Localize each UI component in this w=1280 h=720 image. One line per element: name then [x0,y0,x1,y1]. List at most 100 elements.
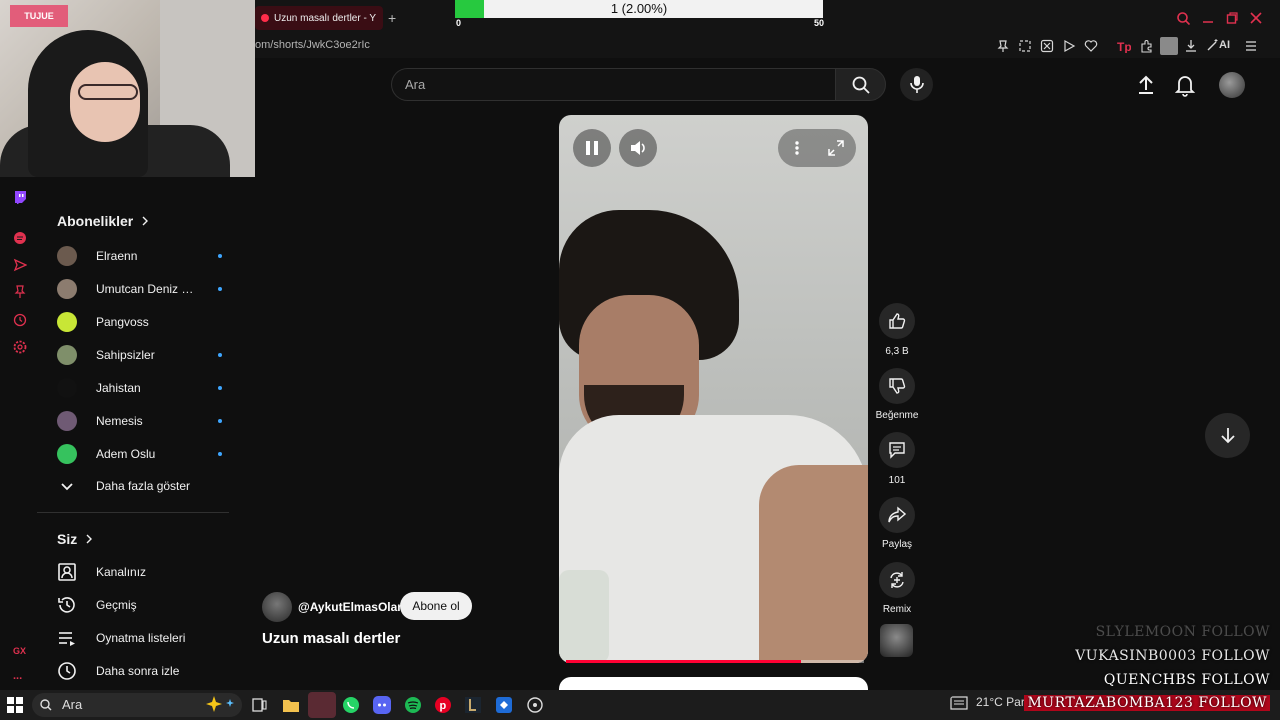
browser-side-rail [0,177,37,690]
avatar [57,411,77,431]
puzzle-icon[interactable] [1140,39,1154,53]
more-vert-icon[interactable] [794,140,800,156]
you-title: Siz [57,531,78,547]
new-content-dot [218,287,222,291]
new-tab-button[interactable]: + [388,10,396,26]
channel-name[interactable]: @AykutElmasOlan [298,600,405,614]
sidebar-item-subscription[interactable]: Jahistan [57,376,222,400]
pause-button[interactable] [573,129,611,167]
minimize-icon[interactable] [1202,12,1214,24]
menu-icon[interactable] [1244,39,1258,53]
show-more-button[interactable]: Daha fazla göster [57,474,222,498]
music-icon[interactable] [13,231,27,245]
send-icon[interactable] [13,258,27,272]
gx-corner-label[interactable]: GX [13,646,26,656]
avatar [57,345,77,365]
obs-icon[interactable] [525,695,545,715]
stream-goal-fill [455,0,484,18]
subscription-label: Elraenn [96,249,138,263]
league-client-icon[interactable] [463,695,483,715]
microphone-icon [910,76,924,93]
stream-goal-min: 0 [456,18,462,28]
pin-icon[interactable] [996,39,1010,53]
dislike-label: Beğenme [875,410,919,421]
download-icon[interactable] [1184,39,1198,53]
whatsapp-icon[interactable] [341,695,361,715]
search-icon [40,699,52,711]
search-icon[interactable] [1177,12,1190,25]
browser-tab-active[interactable]: Uzun masalı dertler - Y [255,6,383,30]
app-blue-icon[interactable] [494,695,514,715]
pinterest-icon[interactable]: p [433,695,453,715]
notifications-icon[interactable] [1172,72,1198,98]
news-widget-icon[interactable] [950,696,970,716]
sidebar-item-playlists[interactable]: Oynatma listeleri [57,626,227,650]
maximize-icon[interactable] [1226,12,1238,24]
subscriptions-title: Abonelikler [57,213,134,229]
stream-goal-max: 50 [814,18,825,28]
shorts-video-player[interactable] [559,115,868,663]
video-progress-fill [566,660,801,663]
upload-icon[interactable] [1133,72,1159,98]
remix-button[interactable] [879,562,915,598]
sidebar-item-watch-later[interactable]: Daha sonra izle [57,659,227,683]
pause-icon [586,141,598,155]
file-explorer-icon[interactable] [281,695,301,715]
sidebar-item-history[interactable]: Geçmiş [57,593,227,617]
extension-tp-icon[interactable]: Tp [1117,39,1131,53]
like-count: 6,3 B [885,346,909,357]
avatar [57,279,77,299]
voice-search-button[interactable] [900,68,933,101]
you-header[interactable]: Siz [57,531,93,547]
like-button[interactable] [879,303,915,339]
volume-button[interactable] [619,129,657,167]
settings-icon[interactable] [13,340,27,354]
avatar [57,378,77,398]
search-button[interactable] [835,68,886,101]
profile-extension-icon[interactable] [1160,37,1178,55]
dislike-button[interactable] [879,368,915,404]
spotify-icon[interactable] [403,695,423,715]
account-avatar[interactable] [1219,72,1245,98]
close-icon[interactable] [1250,12,1262,24]
svg-text:p: p [440,700,447,712]
screenshot-icon[interactable] [1018,39,1032,53]
sidebar-item-subscription[interactable]: Sahipsizler [57,343,222,367]
clock-icon[interactable] [13,313,27,327]
url-text[interactable]: om/shorts/JwkC3oe2rIc [255,39,370,51]
volume-icon [631,141,645,155]
subscriptions-header[interactable]: Abonelikler [57,213,149,229]
next-video-button[interactable] [1205,413,1250,458]
fullscreen-icon[interactable] [828,140,844,156]
play-icon[interactable] [1062,39,1076,53]
block-icon[interactable] [1040,39,1054,53]
sidebar-item-subscription[interactable]: Elraenn [57,244,222,268]
comments-button[interactable] [879,432,915,468]
follow-alert: SLYLEMOON FOLLOW [1095,624,1270,640]
pin-icon[interactable] [13,285,27,299]
subscribe-button[interactable]: Abone ol [400,592,472,620]
video-title[interactable]: Uzun masalı dertler [262,630,400,647]
task-view-icon[interactable] [249,695,269,715]
sidebar-item-subscription[interactable]: Umutcan Deniz İl... [57,277,222,301]
sound-thumbnail[interactable] [880,624,913,657]
follow-alert: QUENCHBS FOLLOW [1103,672,1270,688]
more-options-icon[interactable]: ... [13,670,22,682]
sidebar-item-subscription[interactable]: Nemesis [57,409,222,433]
opera-gx-taskbar-icon[interactable] [308,692,336,718]
share-button[interactable] [879,497,915,533]
history-icon [58,597,75,613]
sidebar-item-your-channel[interactable]: Kanalınız [57,560,227,584]
windows-start-icon[interactable] [7,697,23,713]
new-content-dot [218,452,222,456]
heart-icon[interactable] [1084,39,1098,53]
channel-avatar[interactable] [262,592,292,622]
chevron-down-icon [61,483,73,491]
discord-icon[interactable] [372,695,392,715]
ai-button[interactable]: AI [1207,39,1230,51]
sidebar-item-subscription[interactable]: Adem Oslu [57,442,222,466]
twitch-icon[interactable] [13,190,27,204]
playlists-icon [59,632,75,646]
sidebar-item-subscription[interactable]: Pangvoss [57,310,222,334]
search-input[interactable]: Ara [391,68,835,101]
